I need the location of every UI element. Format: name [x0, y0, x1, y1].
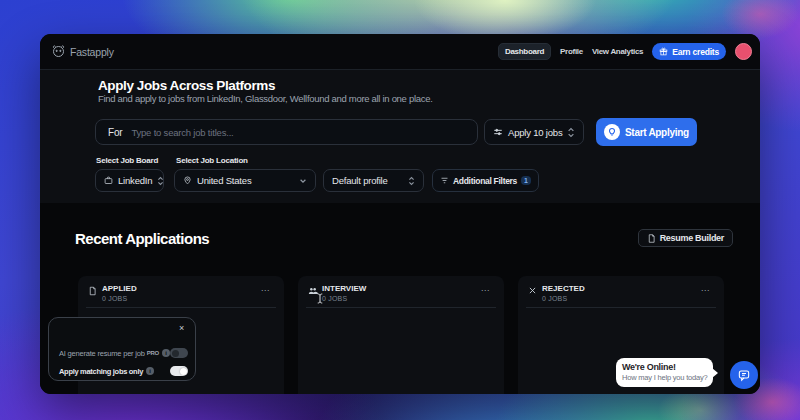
user-avatar[interactable] — [735, 43, 752, 60]
brand[interactable]: Fastapply — [51, 44, 114, 59]
chat-button[interactable] — [730, 361, 758, 389]
column-menu-button[interactable]: ... — [481, 285, 490, 291]
chevron-updown-icon — [157, 176, 164, 186]
chevron-updown-icon — [408, 176, 415, 186]
nav-profile[interactable]: Profile — [560, 47, 583, 56]
document-icon — [88, 286, 97, 302]
job-board-select[interactable]: LinkedIn — [95, 169, 164, 192]
earn-credits-button[interactable]: Earn credits — [652, 43, 726, 60]
chat-tooltip: We're Online! How may I help you today? — [616, 358, 713, 387]
nav-links: Dashboard Profile View Analytics Earn cr… — [498, 43, 752, 60]
lightbulb-icon — [604, 124, 620, 140]
column-menu-button[interactable]: ... — [701, 285, 710, 291]
start-applying-button[interactable]: Start Applying — [596, 118, 697, 146]
close-icon[interactable]: × — [179, 323, 184, 333]
column-interview: INTERVIEW 0 JOBS ... — [298, 276, 504, 394]
matching-jobs-toggle[interactable] — [170, 366, 188, 376]
desktop-background: Fastapply Dashboard Profile View Analyti… — [0, 0, 800, 420]
gift-icon — [659, 47, 668, 56]
job-title-input[interactable] — [131, 127, 465, 138]
column-menu-button[interactable]: ... — [261, 285, 270, 291]
people-icon — [308, 286, 317, 302]
ai-resume-toggle[interactable] — [170, 348, 188, 358]
fastapply-logo-icon — [51, 44, 66, 59]
x-icon — [528, 286, 537, 302]
location-pin-icon — [183, 176, 192, 185]
popup-row-matching: Apply matching jobs only i — [59, 366, 188, 376]
hero-section: Apply Jobs Across Platforms Find and app… — [40, 70, 760, 203]
search-row: For Apply 10 jobs — [95, 118, 760, 146]
info-icon: i — [146, 367, 154, 375]
nav-dashboard[interactable]: Dashboard — [498, 43, 551, 60]
sliders-icon — [493, 127, 503, 137]
apply-count-select[interactable]: Apply 10 jobs — [484, 119, 584, 145]
profile-select[interactable]: Default profile — [323, 169, 424, 192]
fastapply-window: Fastapply Dashboard Profile View Analyti… — [40, 34, 760, 394]
filter-row: LinkedIn United States — [95, 169, 760, 192]
job-location-select[interactable]: United States — [174, 169, 316, 192]
info-icon: i — [162, 349, 170, 357]
job-title-search[interactable]: For — [95, 119, 478, 145]
document-icon — [647, 234, 656, 243]
brand-name: Fastapply — [70, 46, 114, 58]
text-cursor — [317, 292, 323, 305]
settings-popup: × AI generate resume per job PRO i Apply… — [48, 317, 196, 381]
additional-filters-button[interactable]: Additional Filters 1 — [432, 169, 539, 192]
briefcase-icon — [104, 176, 113, 185]
top-navbar: Fastapply Dashboard Profile View Analyti… — [40, 34, 760, 70]
filter-labels: Select Job Board Select Job Location — [96, 157, 760, 165]
applications-header: Recent Applications Resume Builder — [75, 229, 760, 247]
page-subtitle: Find and apply to jobs from LinkedIn, Gl… — [98, 94, 760, 104]
filter-icon — [440, 176, 449, 185]
popup-row-ai-resume: AI generate resume per job PRO i — [59, 348, 188, 358]
pro-tag: PRO — [147, 350, 159, 356]
nav-view-analytics[interactable]: View Analytics — [592, 47, 643, 56]
resume-builder-button[interactable]: Resume Builder — [638, 229, 733, 247]
page-title: Apply Jobs Across Platforms — [98, 79, 760, 92]
search-prefix: For — [108, 127, 122, 138]
job-location-label: Select Job Location — [176, 157, 248, 165]
job-board-label: Select Job Board — [96, 157, 176, 165]
chevron-down-icon — [299, 177, 307, 185]
chevron-updown-icon — [567, 127, 575, 138]
section-title: Recent Applications — [75, 230, 209, 247]
filters-count-badge: 1 — [521, 176, 531, 185]
chat-bubble-icon — [737, 368, 751, 382]
